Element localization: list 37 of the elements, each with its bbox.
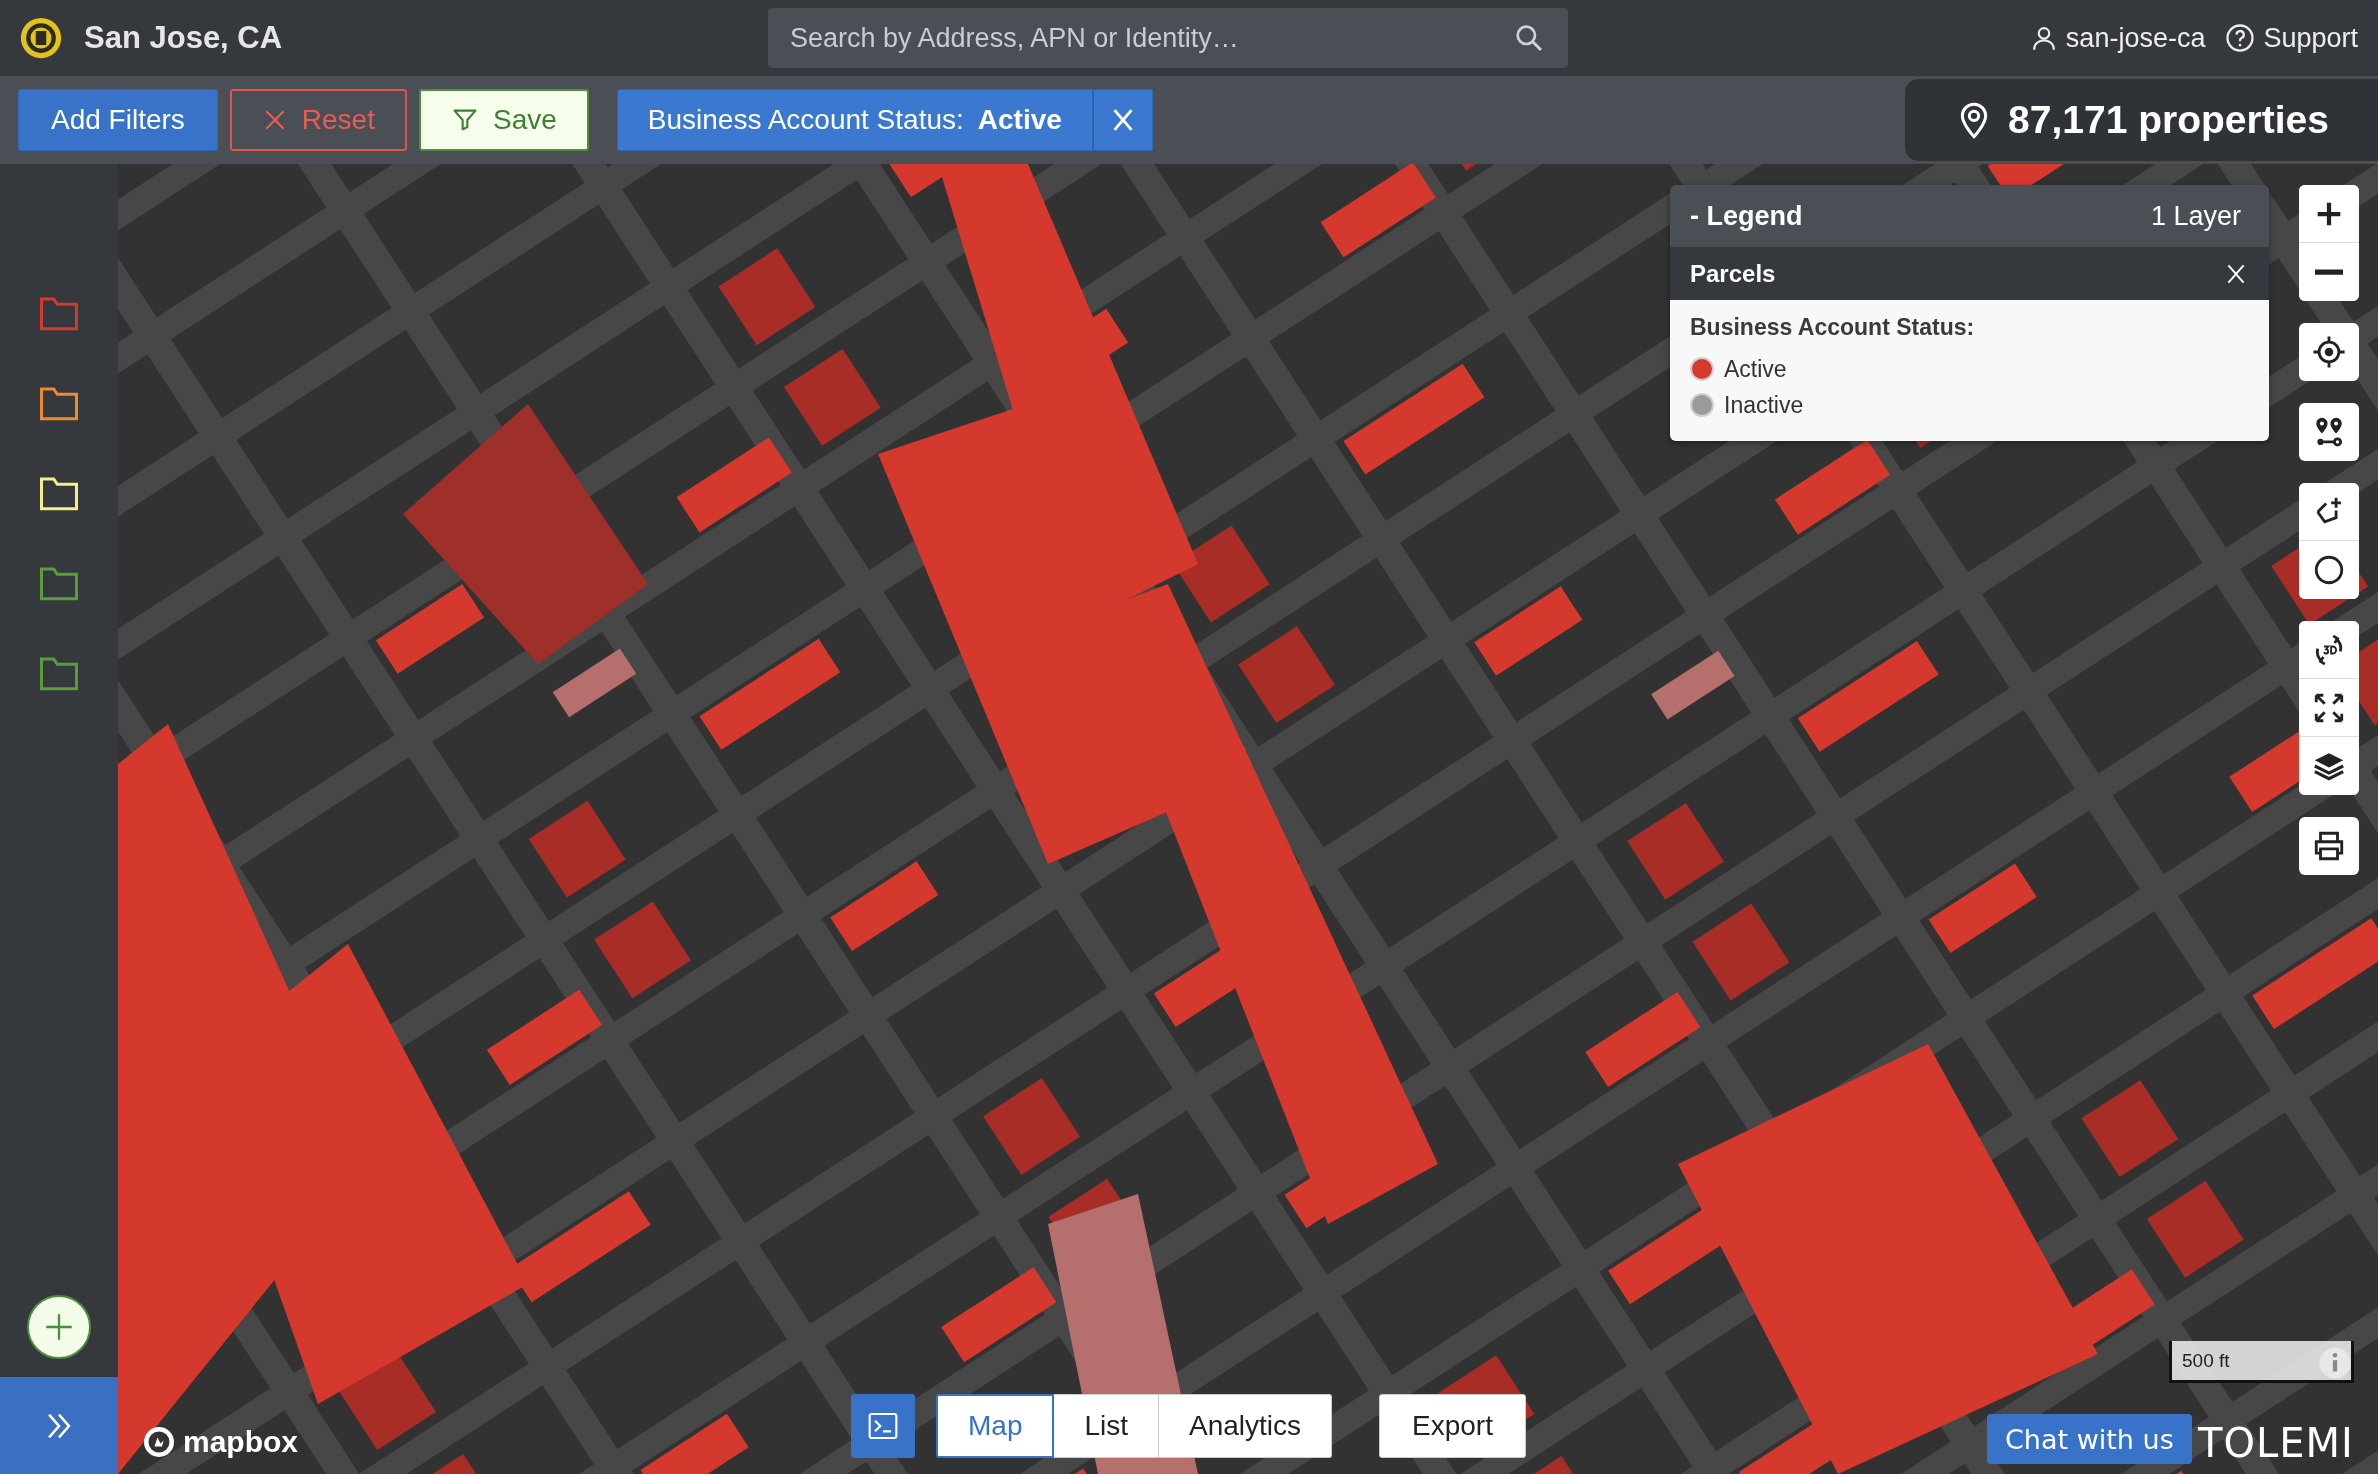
remove-filter-button[interactable] [1092,89,1153,151]
layer-count: 1 Layer [2150,200,2241,232]
support-link[interactable]: Support [2225,22,2358,54]
3d-view-button[interactable] [2299,621,2359,679]
layer-name: Parcels [1690,259,1776,288]
legend-field: Business Account Status: [1690,314,2249,341]
view-tab[interactable]: List [1054,1394,1160,1458]
user-link[interactable]: san-jose-ca [2029,22,2206,54]
save-button[interactable]: Save [419,89,589,151]
draw-polygon-button[interactable] [2299,483,2359,541]
legend-label: Active [1724,355,1787,383]
crosshair-icon [2312,335,2346,369]
export-button[interactable]: Export [1379,1394,1526,1458]
map-attribution: mapbox [183,1425,299,1459]
terminal-icon [867,1410,899,1442]
legend-toggle[interactable]: - Legend [1690,200,1803,232]
scale-bar: 500 ft [2169,1341,2354,1383]
add-filters-button[interactable]: Add Filters [18,89,218,151]
zoom-in-button[interactable] [2299,185,2359,243]
city-seal-icon [20,17,62,59]
minus-icon [2315,269,2343,275]
search-icon [1513,22,1545,54]
view-tab[interactable]: Analytics [1159,1394,1333,1458]
property-count: 87,171 properties [1905,79,2378,161]
circle-icon [2312,553,2346,587]
info-icon [2318,1346,2352,1380]
view-tab[interactable]: Map [936,1394,1055,1458]
brand-logo: TOLEMI [2198,1420,2354,1466]
printer-icon [2312,829,2346,863]
mapbox-logo-icon [141,1424,177,1460]
console-button[interactable] [851,1394,915,1458]
search-field[interactable]: Search by Address, APN or Identity… [768,8,1568,68]
filter-chip[interactable]: Business Account Status: Active [616,89,1093,151]
legend-label: Inactive [1724,391,1804,419]
help-icon [2225,23,2256,53]
chat-button[interactable]: Chat with us [1987,1414,2192,1464]
city-title: San Jose, CA [84,20,283,56]
